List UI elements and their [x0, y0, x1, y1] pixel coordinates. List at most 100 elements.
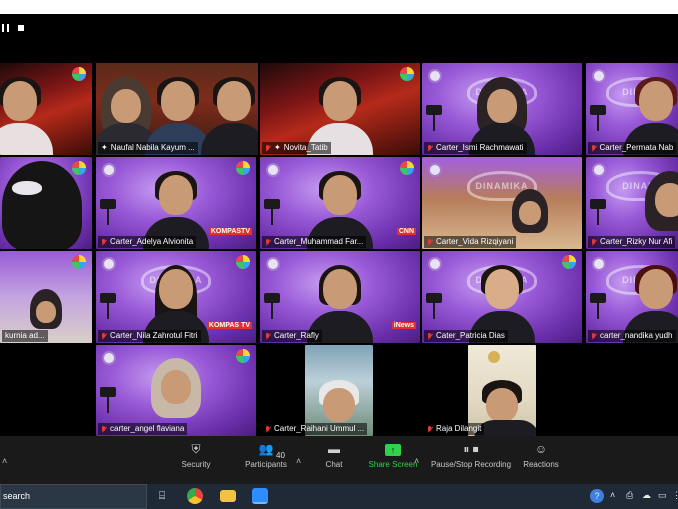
participant-nameplate: Carter_Adelya Alvionita	[98, 236, 197, 248]
cloud-icon[interactable]: ☁	[642, 490, 651, 501]
participant-tile[interactable]: DINAMI Carter_Rizky Nur Afi	[586, 157, 678, 249]
participant-tile[interactable]: DINAMIKA KOMPAS TV Carter_Nila Zahrotul …	[96, 251, 256, 343]
share-screen-button[interactable]: ↑ Share Screen	[368, 442, 418, 469]
camera-prop-icon	[262, 195, 284, 225]
usb-icon[interactable]: ⎙	[626, 490, 633, 501]
task-view-icon[interactable]: ⌸	[154, 488, 170, 504]
dinamika-logo-icon	[102, 163, 116, 177]
app-logo-icon	[236, 161, 250, 175]
shield-icon: ⛨	[191, 442, 201, 456]
camera-prop-icon	[424, 101, 446, 131]
camera-prop-icon	[98, 289, 120, 319]
participant-nameplate: Carter_Ismi Rachmawati	[424, 142, 527, 154]
pin-icon: ✦	[274, 143, 281, 152]
participant-tile[interactable]: DINAMI Carter_Permata Nab	[586, 63, 678, 155]
network-icon[interactable]: ⋮	[672, 490, 678, 501]
wall-clock-icon	[488, 351, 500, 363]
participant-tile[interactable]: DINAMIKA Cater_Patricia Dias	[422, 251, 582, 343]
file-explorer-icon[interactable]	[220, 490, 236, 502]
battery-icon[interactable]: ▭	[658, 490, 667, 501]
participant-tile[interactable]: kurnia ad...	[0, 251, 92, 343]
participant-tile[interactable]: ✦ Novita_Tatib	[260, 63, 420, 155]
app-logo-icon	[72, 67, 86, 81]
chevron-up-icon[interactable]: ˄	[2, 456, 7, 466]
tv-ticker-label: KOMPASTV	[208, 228, 252, 235]
camera-prop-icon	[588, 289, 610, 319]
window-title-bar	[0, 0, 678, 14]
participant-video	[0, 161, 82, 249]
mic-muted-icon	[101, 238, 107, 246]
participant-nameplate: ✦ Naufal Nabila Kayum ...	[98, 142, 198, 154]
participants-count: 40	[276, 451, 285, 460]
participant-nameplate: Carter_Nila Zahrotul Fitri	[98, 330, 201, 342]
mic-muted-icon	[265, 332, 271, 340]
mic-muted-icon	[591, 332, 597, 340]
app-logo-icon	[236, 349, 250, 363]
mic-muted-icon	[591, 144, 597, 152]
mic-muted-icon	[427, 238, 433, 246]
participant-tile[interactable]: DINAMIKA Carter_Vida Rizqiyani	[422, 157, 582, 249]
zoom-icon[interactable]	[252, 488, 268, 504]
camera-prop-icon	[98, 383, 120, 413]
participant-tile[interactable]: carter_angel flaviana	[96, 345, 256, 436]
participant-tile-active[interactable]: ✦ Naufal Nabila Kayum ...	[96, 63, 258, 155]
participant-tile[interactable]: iNews Carter_Rafly	[260, 251, 420, 343]
gallery-view: ✦Naufal Nabila Kayum ... ✦Novita_Tatib D…	[0, 44, 678, 436]
mic-muted-icon	[427, 332, 433, 340]
mic-muted-icon	[591, 238, 597, 246]
participant-nameplate: Carter_Permata Nab	[588, 142, 677, 154]
pause-stop-recording-button[interactable]: ⏸ ⏹ Pause/Stop Recording	[430, 442, 512, 469]
participant-nameplate: Raja Dilangit	[424, 423, 485, 435]
tv-ticker-label: KOMPAS TV	[206, 322, 252, 329]
stop-icon[interactable]	[18, 25, 24, 31]
participant-nameplate: Carter_Raihani Ummul ...	[262, 423, 368, 435]
participant-nameplate: Carter_Vida Rizqiyani	[424, 236, 517, 248]
dinamika-logo-icon	[428, 163, 442, 177]
app-logo-icon	[72, 255, 86, 269]
participant-nameplate: kurnia ad...	[2, 330, 48, 342]
tv-ticker-label: CNN	[396, 228, 416, 235]
dinamika-logo-icon	[592, 257, 606, 271]
participant-tile[interactable]: DINAMI carter_nandika yudh	[586, 251, 678, 343]
participants-options-chevron-icon[interactable]: ˄	[296, 456, 301, 466]
chrome-icon[interactable]	[187, 488, 203, 504]
participant-nameplate-row: Raja Dilangit	[422, 422, 582, 436]
participant-tile[interactable]: DINAMIKA Carter_Ismi Rachmawati	[422, 63, 582, 155]
share-options-chevron-icon[interactable]: ˄	[414, 456, 419, 466]
participant-tile[interactable]: CNN Carter_Muhammad Far...	[260, 157, 420, 249]
participant-tile[interactable]	[0, 63, 92, 155]
camera-prop-icon	[588, 101, 610, 131]
participant-nameplate: Carter_Rizky Nur Afi	[588, 236, 676, 248]
participant-tile[interactable]: KOMPASTV Carter_Adelya Alvionita	[96, 157, 256, 249]
camera-prop-icon	[424, 289, 446, 319]
mic-muted-icon	[101, 425, 107, 433]
tray-chevron-icon[interactable]: ˄	[610, 490, 615, 500]
camera-prop-icon	[262, 289, 284, 319]
recording-controls-icon: ⏸ ⏹	[463, 442, 479, 456]
mic-muted-icon	[265, 144, 271, 152]
share-screen-icon: ↑	[368, 442, 418, 456]
pause-icon[interactable]	[2, 24, 10, 32]
chat-button[interactable]: ▬ Chat	[322, 442, 346, 469]
security-button[interactable]: ⛨ Security	[178, 442, 214, 469]
taskbar-search-input[interactable]: search	[0, 484, 147, 509]
dinamika-logo-icon	[102, 351, 116, 365]
app-logo-icon	[236, 255, 250, 269]
participant-tile[interactable]	[0, 157, 92, 249]
mic-muted-icon	[265, 425, 271, 433]
meeting-top-bar	[0, 14, 678, 44]
dinamika-logo-icon	[592, 69, 606, 83]
mic-muted-icon	[265, 238, 271, 246]
mic-muted-icon	[427, 425, 433, 433]
participant-nameplate: Carter_Muhammad Far...	[262, 236, 367, 248]
pin-icon: ✦	[101, 143, 108, 152]
mic-muted-icon	[101, 332, 107, 340]
help-icon[interactable]: ?	[590, 489, 604, 503]
participant-video	[199, 77, 258, 155]
app-logo-icon	[562, 255, 576, 269]
reactions-button[interactable]: ☺ Reactions	[522, 442, 560, 469]
participant-nameplate: Cater_Patricia Dias	[424, 330, 508, 342]
smiley-icon: ☺	[534, 442, 548, 456]
dinamika-logo-icon	[428, 69, 442, 83]
tv-ticker-label: iNews	[391, 322, 416, 329]
